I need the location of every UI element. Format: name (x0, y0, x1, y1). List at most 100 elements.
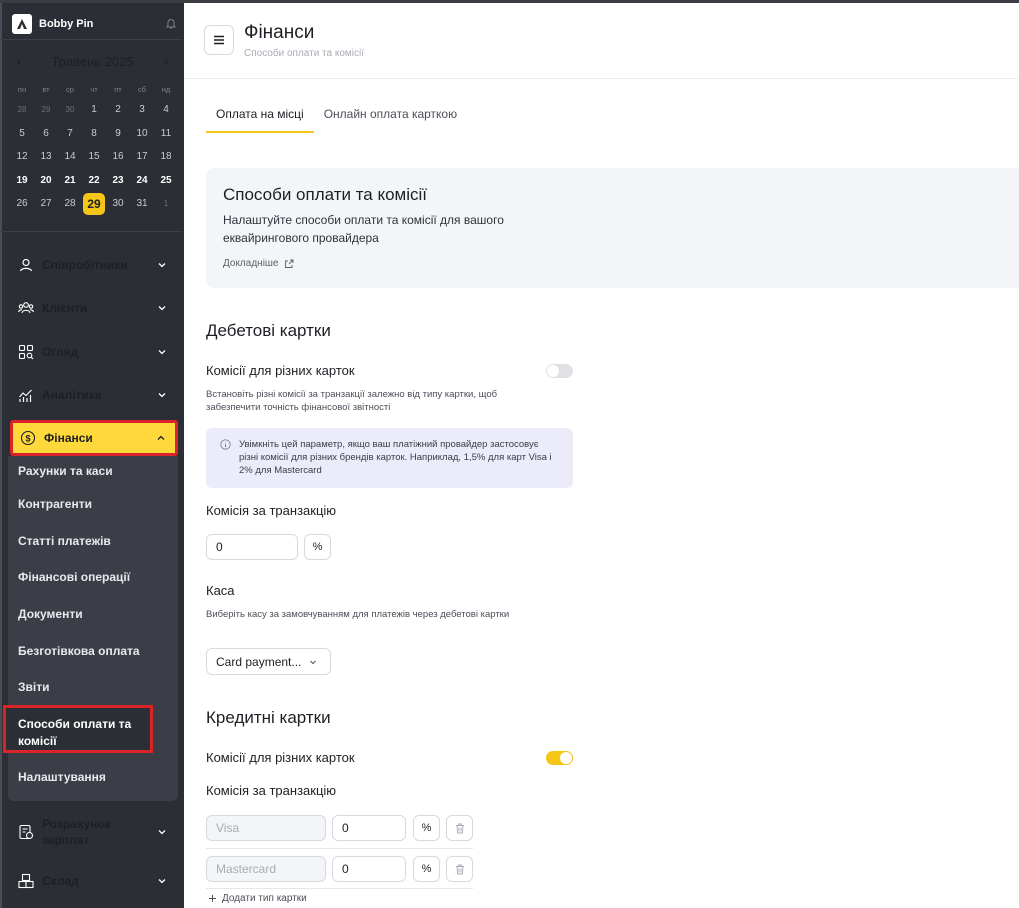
tab-online-card-payment[interactable]: Онлайн оплата карткою (314, 99, 467, 133)
card-fee-input-mastercard[interactable]: 0 (332, 856, 406, 882)
delete-card-row-button[interactable] (446, 856, 473, 882)
info-icon (220, 439, 231, 450)
calendar-day[interactable]: 14 (58, 151, 82, 162)
chevron-down-icon (158, 350, 166, 355)
calendar-day[interactable]: 16 (106, 151, 130, 162)
add-card-type-label: Додати тип картки (222, 893, 307, 904)
calendar-weekday: пн (17, 84, 27, 94)
cashbox-select[interactable]: Card payment... (206, 648, 331, 675)
calendar-day[interactable]: 30 (106, 198, 130, 209)
calendar-day[interactable]: 25 (154, 175, 178, 186)
calendar-weekday: сб (137, 84, 147, 94)
calendar-day[interactable]: 30 (58, 105, 82, 114)
subnav-accounts[interactable]: Рахунки та каси (18, 464, 113, 478)
calendar-day[interactable]: 8 (82, 128, 106, 139)
calendar-day[interactable]: 5 (10, 128, 34, 139)
calendar-day-number: 1 (163, 199, 169, 209)
calendar-grid: пн вт ср чт пт сб нд 28 29 30 1 2 3 4 5 6 7 8 9 10 11 12 13 14 1… (10, 80, 178, 216)
debit-fee-unit: % (304, 534, 331, 560)
card-fee-input-visa[interactable]: 0 (332, 815, 406, 841)
delete-card-row-button[interactable] (446, 815, 473, 841)
calendar-week-row: 12 13 14 15 16 17 18 (10, 145, 178, 169)
nav-overview[interactable]: Огляд (10, 337, 175, 367)
nav-label: Склад (42, 874, 79, 888)
chevron-down-icon (310, 660, 317, 664)
card-type-input-mastercard[interactable]: Mastercard (206, 856, 326, 882)
nav-finance[interactable]: $ Фінанси (12, 424, 174, 452)
payroll-icon (19, 824, 34, 840)
debit-fee-input[interactable]: 0 (206, 534, 298, 560)
calendar-day[interactable]: 9 (106, 128, 130, 139)
subnav-payment-items[interactable]: Статті платежів (18, 534, 111, 548)
next-month-icon[interactable]: › (157, 54, 175, 69)
calendar-day[interactable]: 19 (10, 175, 34, 186)
calendar-day[interactable]: 22 (82, 175, 106, 186)
calendar-day-today[interactable]: 29 (82, 192, 106, 215)
grid-search-icon (18, 344, 34, 360)
calendar-day[interactable]: 27 (34, 198, 58, 209)
nav-payroll[interactable]: Розрахунок зарплат (10, 815, 175, 849)
calendar-day[interactable]: 23 (106, 175, 130, 186)
learn-more-link[interactable]: Докладніше (223, 258, 294, 269)
calendar-day[interactable]: 28 (10, 105, 34, 114)
calendar-day[interactable]: 11 (154, 128, 178, 139)
calendar-day[interactable]: 3 (130, 104, 154, 115)
card-type-input-visa[interactable]: Visa (206, 815, 326, 841)
calendar-day-number: 25 (160, 174, 172, 186)
calendar-day[interactable]: 1 (82, 104, 106, 115)
subnav-reports[interactable]: Звіти (18, 680, 49, 694)
bell-icon[interactable] (165, 18, 177, 30)
calendar-day[interactable]: 24 (130, 175, 154, 186)
calendar-day[interactable]: 17 (130, 151, 154, 162)
calendar-day[interactable]: 10 (130, 128, 154, 139)
calendar-day[interactable]: 13 (34, 151, 58, 162)
brand-name: Bobby Pin (39, 18, 94, 30)
calendar-day-number: 28 (17, 105, 27, 115)
calendar-day[interactable]: 2 (106, 104, 130, 115)
calendar-day[interactable]: 29 (34, 105, 58, 114)
subnav-operations[interactable]: Фінансові операції (18, 570, 130, 584)
calendar-day[interactable]: 15 (82, 151, 106, 162)
nav-analytics[interactable]: Аналітика (10, 380, 175, 410)
calendar-day[interactable]: 21 (58, 175, 82, 186)
brand[interactable]: Bobby Pin (12, 13, 177, 35)
subnav-payment-methods[interactable]: Способи оплати та комісії (18, 716, 146, 750)
calendar-day[interactable]: 31 (130, 198, 154, 209)
nav-label: Клієнти (42, 301, 88, 315)
subnav-counterparties[interactable]: Контрагенти (18, 497, 92, 511)
calendar-day[interactable]: 4 (154, 104, 178, 115)
plus-icon (209, 895, 216, 902)
calendar-day[interactable]: 6 (34, 128, 58, 139)
calendar-day[interactable]: 7 (58, 128, 82, 139)
subnav-cashless[interactable]: Безготівкова оплата (18, 644, 140, 658)
calendar-day-number: 16 (112, 151, 124, 163)
trash-icon (455, 823, 464, 833)
calendar-day[interactable]: 26 (10, 198, 34, 209)
brand-logo-icon (12, 14, 32, 34)
menu-button[interactable] (204, 25, 234, 55)
nav-employees[interactable]: Співробітники (10, 250, 175, 280)
calendar-day-number: 14 (64, 151, 76, 163)
debit-diff-fees-toggle[interactable] (546, 364, 573, 378)
calendar-day[interactable]: 12 (10, 151, 34, 162)
info-card: Способи оплати та комісії Налаштуйте спо… (206, 168, 1019, 288)
subnav-documents[interactable]: Документи (18, 607, 83, 621)
calendar-day-number: 27 (40, 198, 52, 210)
calendar-week-row: 5 6 7 8 9 10 11 (10, 122, 178, 146)
nav-warehouse[interactable]: Склад (10, 866, 175, 896)
subnav-settings[interactable]: Налаштування (18, 770, 106, 784)
calendar-day[interactable]: 20 (34, 175, 58, 186)
calendar-day-number: 30 (112, 198, 124, 210)
nav-clients[interactable]: Клієнти (10, 293, 175, 323)
divider (0, 231, 182, 232)
credit-diff-fees-toggle[interactable] (546, 751, 573, 765)
debit-fee-label: Комісія за транзакцію (206, 503, 337, 518)
prev-month-icon[interactable]: ‹ (10, 54, 28, 69)
cashbox-label: Каса (206, 583, 235, 598)
add-card-type-button[interactable]: Додати тип картки (208, 893, 307, 904)
calendar-day[interactable]: 1 (154, 199, 178, 208)
calendar-day[interactable]: 28 (58, 198, 82, 209)
calendar-day-number: 15 (88, 151, 100, 163)
calendar-day[interactable]: 18 (154, 151, 178, 162)
tab-onsite-payment[interactable]: Оплата на місці (206, 99, 314, 133)
